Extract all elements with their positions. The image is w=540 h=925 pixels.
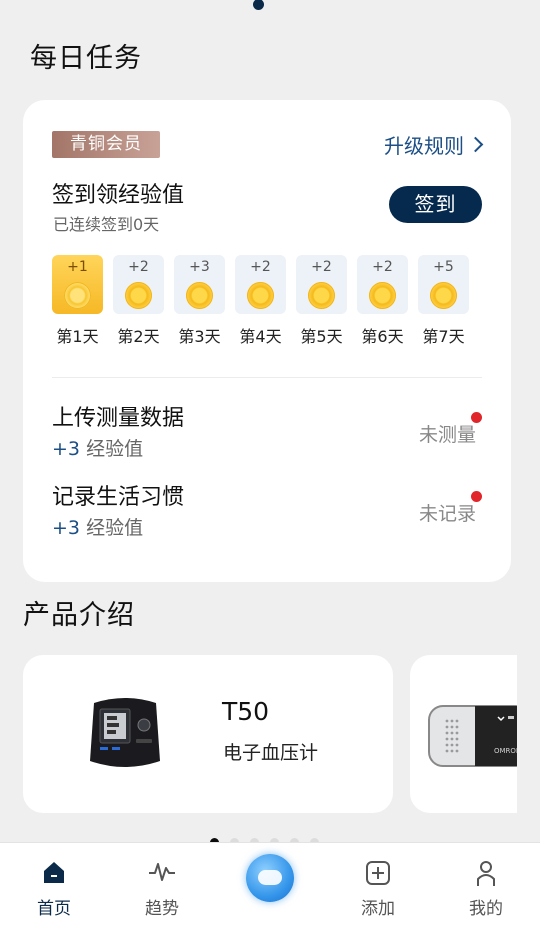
day-points: +1 (67, 259, 88, 275)
bottom-tab-bar: 首页 趋势 添加 我的 (0, 842, 540, 925)
tab-mine[interactable]: 我的 (432, 843, 540, 925)
day-points: +2 (128, 259, 149, 275)
coin-icon (430, 282, 457, 309)
member-level-badge: 青铜会员 (52, 131, 160, 158)
notification-dot (471, 412, 482, 423)
product-name: T50 (222, 697, 270, 726)
day-points: +5 (433, 259, 454, 275)
divider (52, 377, 482, 378)
day-reward-box: +5 (418, 255, 469, 314)
daily-tasks-title: 每日任务 (30, 43, 142, 74)
chevron-right-icon (467, 136, 484, 153)
signin-day-1: +1 第1天 (52, 255, 103, 347)
day-reward-box: +2 (357, 255, 408, 314)
day-label: 第6天 (361, 327, 404, 346)
ecg-device-image: OMRON (428, 705, 517, 767)
user-icon (477, 861, 495, 886)
blood-pressure-monitor-image (90, 698, 160, 767)
signin-day-2: +2 第2天 (113, 255, 164, 347)
day-label: 第7天 (422, 327, 465, 346)
coin-icon (186, 282, 213, 309)
task-exp-number: +3 (52, 438, 81, 460)
upgrade-rules-label: 升级规则 (384, 134, 464, 158)
signin-day-5: +2 第5天 (296, 255, 347, 347)
task-exp-number: +3 (52, 517, 81, 539)
day-points: +2 (372, 259, 393, 275)
signin-days-row: +1 第1天 +2 第2天 +3 第3天 +2 第4天 +2 第5天 +2 第6… (52, 255, 469, 347)
day-label: 第1天 (56, 327, 99, 346)
product-card-t50[interactable]: T50 电子血压计 (23, 655, 393, 813)
day-label: 第5天 (300, 327, 343, 346)
coin-icon (369, 282, 396, 309)
signin-day-6: +2 第6天 (357, 255, 408, 347)
task-exp-text: 经验值 (86, 517, 144, 539)
signin-day-3: +3 第3天 (174, 255, 225, 347)
tab-label: 首页 (37, 899, 71, 919)
signin-day-7: +5 第7天 (418, 255, 469, 347)
add-icon (366, 861, 390, 885)
day-reward-box: +2 (296, 255, 347, 314)
task-status: 未测量 (418, 424, 476, 446)
home-icon (44, 862, 64, 883)
trend-icon (149, 863, 175, 881)
tab-trend[interactable]: 趋势 (108, 843, 216, 925)
tab-label: 我的 (469, 899, 503, 919)
task-title: 记录生活习惯 (52, 485, 185, 510)
product-description: 电子血压计 (223, 742, 319, 764)
notification-dot (471, 491, 482, 502)
day-reward-box: +2 (235, 255, 286, 314)
products-title: 产品介绍 (23, 600, 135, 631)
page-indicator-dot (253, 0, 264, 10)
day-points: +2 (311, 259, 332, 275)
signin-button[interactable]: 签到 (389, 186, 482, 223)
chat-bubble-icon (258, 870, 282, 885)
day-reward-box: +3 (174, 255, 225, 314)
coin-icon (247, 282, 274, 309)
task-status: 未记录 (418, 503, 476, 525)
task-title: 上传测量数据 (52, 406, 185, 431)
upgrade-rules-link[interactable]: 升级规则 (384, 130, 484, 159)
coin-icon (308, 282, 335, 309)
task-exp-text: 经验值 (86, 438, 144, 460)
day-points: +3 (189, 259, 210, 275)
day-reward-box: +1 (52, 255, 103, 314)
signin-streak-text: 已连续签到0天 (53, 215, 160, 234)
coin-icon (64, 282, 91, 309)
signin-day-4: +2 第4天 (235, 255, 286, 347)
tab-label: 添加 (361, 899, 395, 919)
task-exp-reward: +3 经验值 (52, 434, 143, 461)
day-points: +2 (250, 259, 271, 275)
task-exp-reward: +3 经验值 (52, 513, 143, 540)
tab-home[interactable]: 首页 (0, 843, 108, 925)
product-card-next[interactable]: OMRON (410, 655, 517, 813)
tab-add[interactable]: 添加 (324, 843, 432, 925)
day-label: 第4天 (239, 327, 282, 346)
assistant-chat-button[interactable] (246, 854, 294, 902)
day-label: 第3天 (178, 327, 221, 346)
device-brand-text: OMRON (494, 747, 517, 755)
day-label: 第2天 (117, 327, 160, 346)
task-upload-measurement[interactable]: 上传测量数据 +3 经验值 未测量 (52, 400, 482, 470)
daily-tasks-card: 青铜会员 升级规则 签到领经验值 已连续签到0天 签到 +1 第1天 +2 第2… (23, 100, 511, 582)
day-reward-box: +2 (113, 255, 164, 314)
signin-title: 签到领经验值 (52, 183, 185, 208)
task-record-habits[interactable]: 记录生活习惯 +3 经验值 未记录 (52, 479, 482, 549)
coin-icon (125, 282, 152, 309)
tab-label: 趋势 (145, 899, 179, 919)
